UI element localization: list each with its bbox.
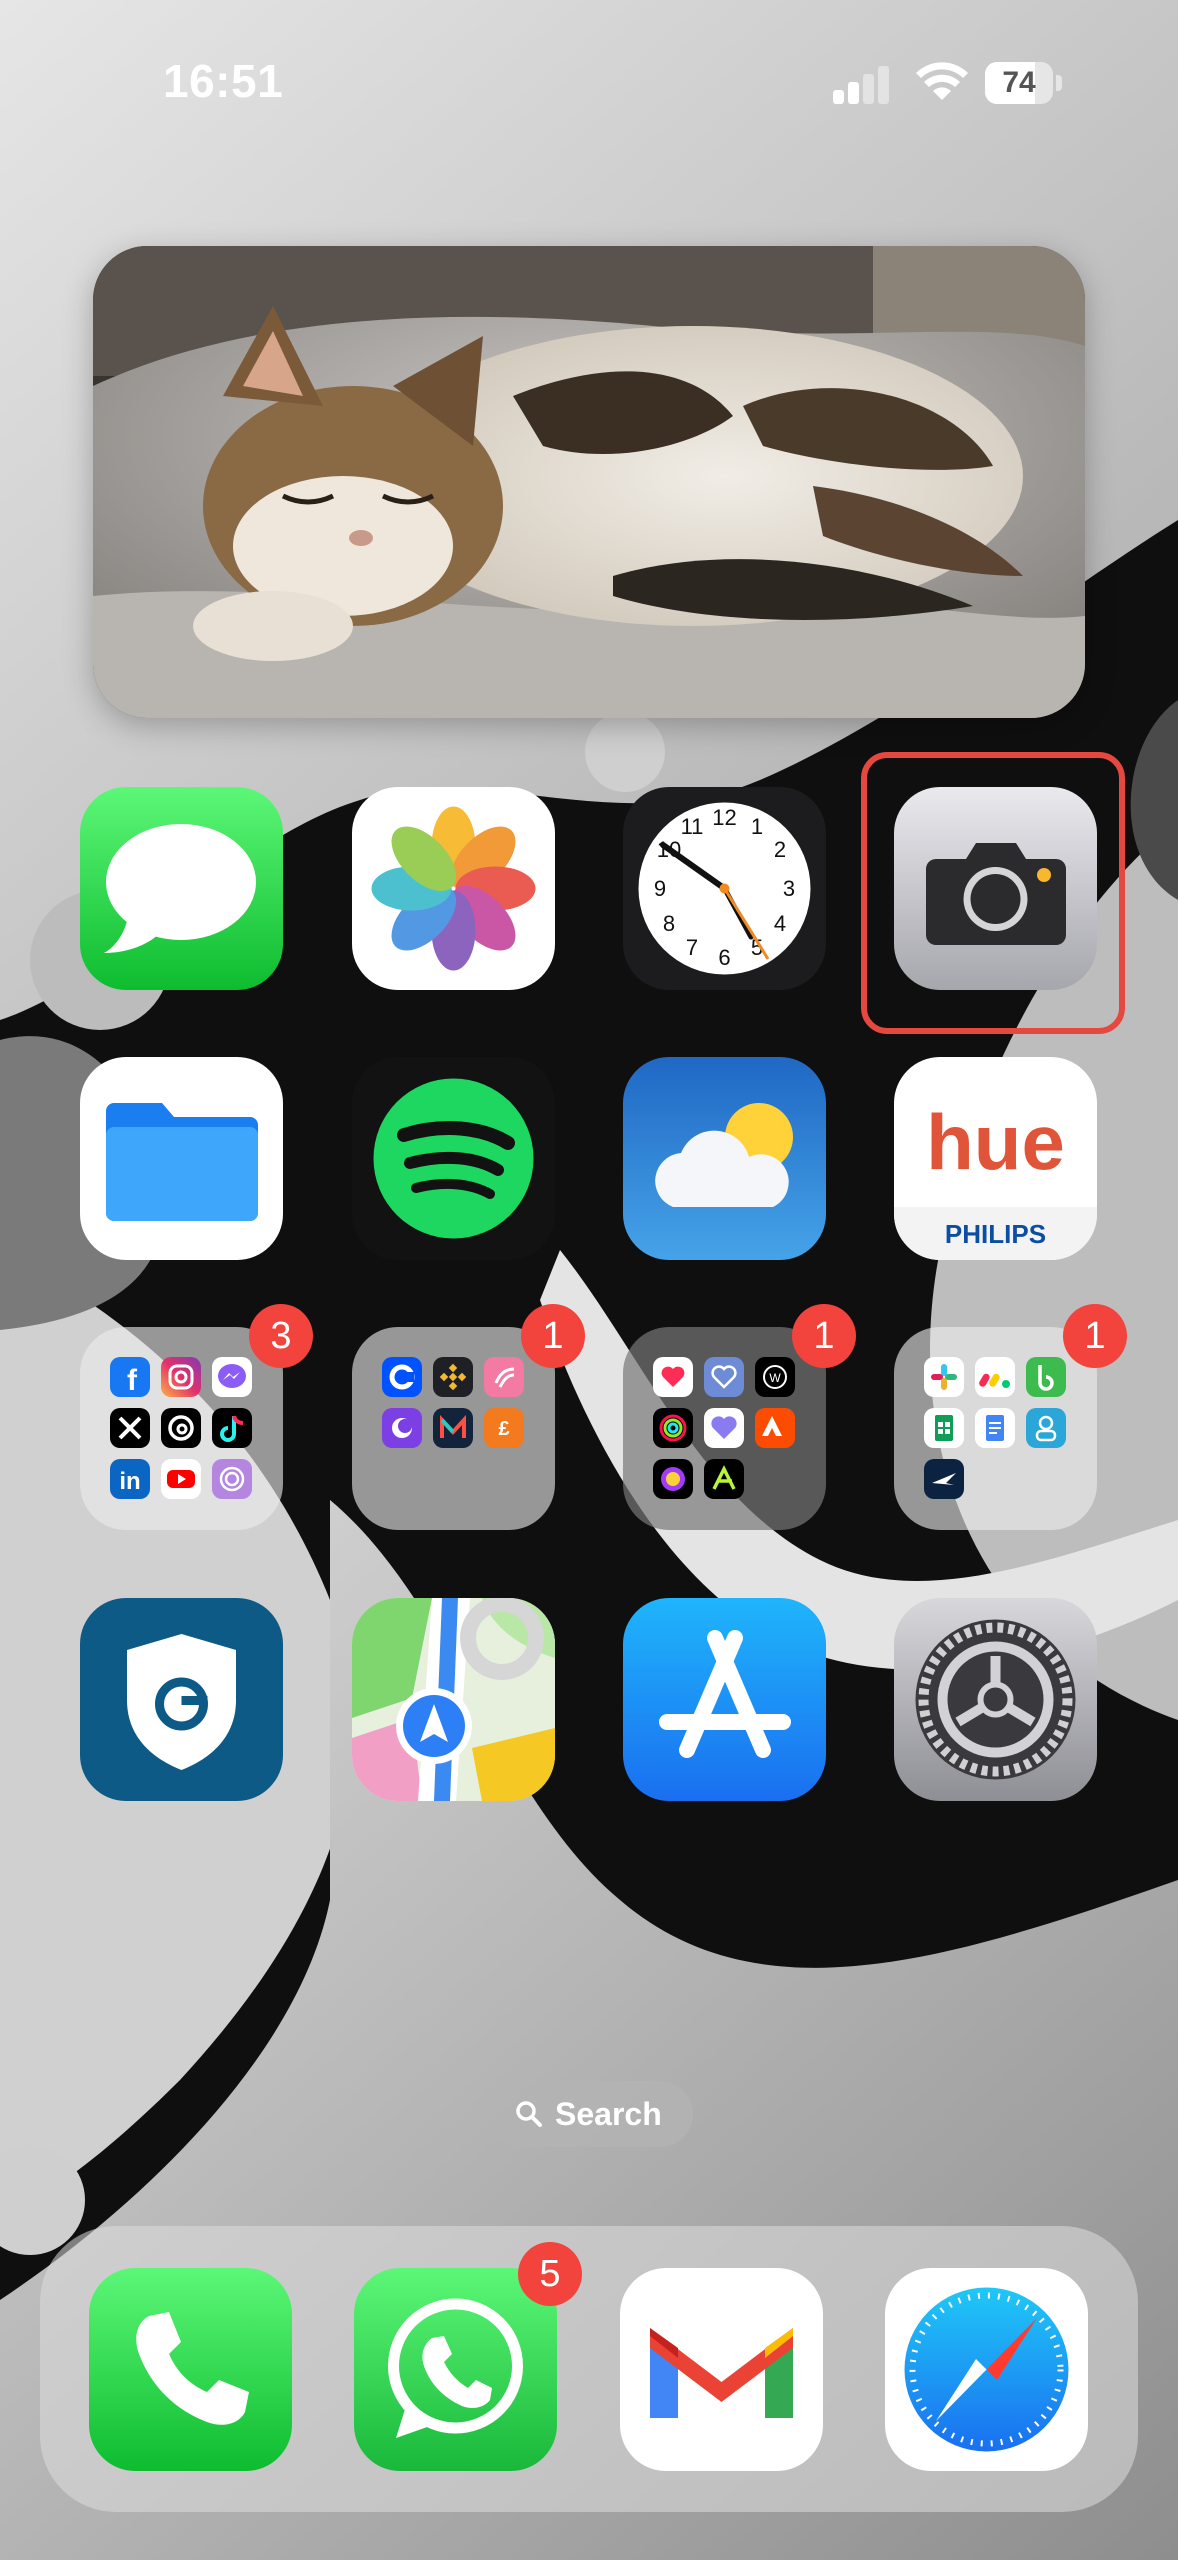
heart-rate-icon bbox=[704, 1357, 744, 1397]
messages-app-icon[interactable] bbox=[80, 787, 283, 990]
clock-icon: 1212 345 678 91011 bbox=[623, 787, 826, 990]
safari-app-icon[interactable] bbox=[885, 2268, 1088, 2471]
maps-icon bbox=[352, 1598, 555, 1801]
runner-icon bbox=[704, 1459, 744, 1499]
health-folder[interactable]: W bbox=[623, 1327, 826, 1530]
sheets-icon bbox=[924, 1408, 964, 1448]
search-label: Search bbox=[555, 2096, 662, 2132]
shield-icon bbox=[80, 1598, 283, 1801]
tiktok-icon bbox=[212, 1408, 252, 1448]
contacts-icon bbox=[1026, 1408, 1066, 1448]
kitten-photo bbox=[93, 246, 1085, 718]
monzo-icon bbox=[433, 1408, 473, 1448]
spotify-app-icon[interactable] bbox=[352, 1057, 555, 1260]
strava-icon bbox=[755, 1408, 795, 1448]
svg-text:12: 12 bbox=[712, 805, 736, 830]
svg-text:1: 1 bbox=[751, 814, 763, 839]
purple-app-icon bbox=[382, 1408, 422, 1448]
social-folder[interactable]: f in bbox=[80, 1327, 283, 1530]
app-store-app-icon[interactable] bbox=[623, 1598, 826, 1801]
watch-icon: W bbox=[755, 1357, 795, 1397]
spotify-icon bbox=[352, 1057, 555, 1260]
svg-text:f: f bbox=[127, 1364, 138, 1397]
gmail-icon bbox=[620, 2268, 823, 2471]
instagram-icon bbox=[161, 1357, 201, 1397]
hue-app-icon[interactable]: hue PHILIPS bbox=[894, 1057, 1097, 1260]
rings-icon bbox=[653, 1459, 693, 1499]
monday-icon bbox=[975, 1357, 1015, 1397]
files-icon bbox=[80, 1057, 283, 1260]
svg-text:9: 9 bbox=[654, 876, 666, 901]
weather-app-icon[interactable] bbox=[623, 1057, 826, 1260]
status-bar: 16:51 74 bbox=[0, 0, 1178, 170]
settings-app-icon[interactable] bbox=[894, 1598, 1097, 1801]
status-time: 16:51 bbox=[163, 55, 284, 107]
clock-app-icon[interactable]: 1212 345 678 91011 bbox=[623, 787, 826, 990]
photos-app-icon[interactable] bbox=[352, 787, 555, 990]
weather-icon bbox=[623, 1057, 826, 1260]
hue-icon: hue PHILIPS bbox=[894, 1057, 1097, 1260]
camera-highlight-box bbox=[861, 752, 1125, 1034]
svg-text:6: 6 bbox=[718, 945, 730, 970]
security-app-icon[interactable] bbox=[80, 1598, 283, 1801]
photos-icon bbox=[352, 787, 555, 990]
phone-app-icon[interactable] bbox=[89, 2268, 292, 2471]
messages-icon bbox=[80, 787, 283, 990]
health-icon bbox=[653, 1357, 693, 1397]
hue-wordmark: hue bbox=[926, 1098, 1065, 1186]
health-folder-badge: 1 bbox=[792, 1304, 856, 1368]
philips-wordmark: PHILIPS bbox=[945, 1219, 1046, 1249]
youtube-icon bbox=[161, 1459, 201, 1499]
messenger-icon bbox=[212, 1357, 252, 1397]
battery-level: 74 bbox=[1002, 66, 1036, 99]
svg-text:3: 3 bbox=[783, 876, 795, 901]
binance-icon bbox=[433, 1357, 473, 1397]
svg-text:11: 11 bbox=[681, 814, 704, 839]
whatsapp-app-icon[interactable] bbox=[354, 2268, 557, 2471]
slack-icon bbox=[924, 1357, 964, 1397]
cellular-signal-icon bbox=[833, 64, 893, 104]
airline-icon bbox=[924, 1459, 964, 1499]
social-folder-badge: 3 bbox=[249, 1304, 313, 1368]
svg-text:in: in bbox=[119, 1468, 140, 1495]
finance-folder[interactable]: £ bbox=[352, 1327, 555, 1530]
finance-folder-badge: 1 bbox=[521, 1304, 585, 1368]
facebook-icon: f bbox=[110, 1357, 150, 1397]
svg-text:4: 4 bbox=[774, 911, 786, 936]
app-store-icon bbox=[623, 1598, 826, 1801]
fingerprint-icon bbox=[212, 1459, 252, 1499]
settings-icon bbox=[894, 1598, 1097, 1801]
productivity-folder-badge: 1 bbox=[1063, 1304, 1127, 1368]
linkedin-icon: in bbox=[110, 1459, 150, 1499]
maps-app-icon[interactable] bbox=[352, 1598, 555, 1801]
svg-text:£: £ bbox=[498, 1418, 509, 1440]
svg-text:7: 7 bbox=[686, 935, 698, 960]
search-icon bbox=[516, 2101, 542, 2127]
coinbase-icon bbox=[382, 1357, 422, 1397]
battery-icon: 74 bbox=[985, 62, 1065, 104]
wifi-icon bbox=[916, 62, 968, 100]
threads-icon bbox=[161, 1408, 201, 1448]
phone-icon bbox=[89, 2268, 292, 2471]
svg-text:8: 8 bbox=[663, 911, 675, 936]
money-app-icon: £ bbox=[484, 1408, 524, 1448]
green-app-icon bbox=[1026, 1357, 1066, 1397]
heart-app-icon bbox=[704, 1408, 744, 1448]
home-search-button[interactable]: Search bbox=[485, 2081, 693, 2147]
activity-icon bbox=[653, 1408, 693, 1448]
whatsapp-badge: 5 bbox=[518, 2242, 582, 2306]
productivity-folder[interactable] bbox=[894, 1327, 1097, 1530]
x-icon bbox=[110, 1408, 150, 1448]
svg-text:2: 2 bbox=[774, 837, 786, 862]
photo-widget[interactable] bbox=[93, 246, 1085, 718]
safari-icon bbox=[885, 2268, 1088, 2471]
files-app-icon[interactable] bbox=[80, 1057, 283, 1260]
whatsapp-icon bbox=[354, 2268, 557, 2471]
svg-text:W: W bbox=[769, 1371, 781, 1385]
gmail-app-icon[interactable] bbox=[620, 2268, 823, 2471]
docs-icon bbox=[975, 1408, 1015, 1448]
pink-app-icon bbox=[484, 1357, 524, 1397]
